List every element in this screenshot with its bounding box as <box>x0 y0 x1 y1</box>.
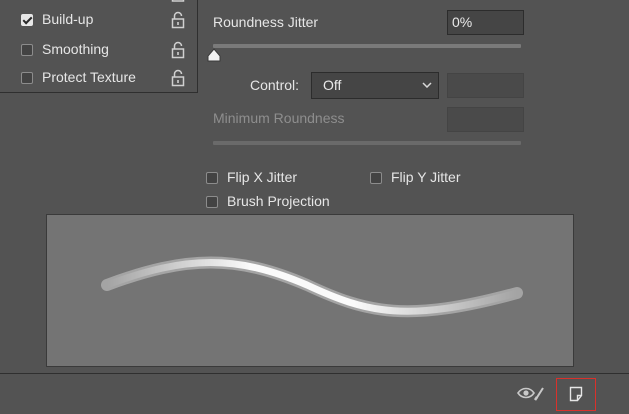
control-selected-value: Off <box>323 77 342 93</box>
protect-texture-checkbox[interactable] <box>21 72 33 84</box>
flip-y-jitter-checkbox[interactable] <box>370 172 382 184</box>
new-brush-preset-icon <box>569 386 583 402</box>
brush-stroke-preview <box>46 214 574 367</box>
new-brush-preset-button[interactable] <box>556 378 596 411</box>
brush-options-list: Build-up Smoothing Protect Texture <box>0 0 198 93</box>
brush-projection-label: Brush Projection <box>227 193 330 209</box>
smoothing-label: Smoothing <box>42 41 109 57</box>
flip-y-jitter-option[interactable]: Flip Y Jitter <box>370 168 500 188</box>
chevron-down-icon <box>422 82 432 88</box>
control-label: Control: <box>250 77 300 93</box>
protect-texture-label: Protect Texture <box>42 69 136 85</box>
flip-x-jitter-option[interactable]: Flip X Jitter <box>206 168 336 188</box>
brush-projection-option[interactable]: Brush Projection <box>206 192 366 212</box>
roundness-jitter-label: Roundness Jitter <box>213 14 319 30</box>
flip-x-jitter-label: Flip X Jitter <box>227 169 298 185</box>
roundness-jitter-slider-track[interactable] <box>213 44 521 48</box>
control-fade-input <box>447 73 524 98</box>
lock-icon[interactable] <box>171 11 185 29</box>
build-up-label: Build-up <box>42 11 94 27</box>
build-up-checkbox[interactable] <box>21 14 33 26</box>
roundness-jitter-input[interactable]: 0% <box>447 10 524 35</box>
lock-icon[interactable] <box>171 69 185 87</box>
lock-icon[interactable] <box>171 41 185 59</box>
option-protect-texture[interactable]: Protect Texture <box>0 66 197 90</box>
brush-stroke-sample <box>101 256 523 318</box>
roundness-jitter-slider-thumb[interactable] <box>206 48 222 62</box>
option-build-up[interactable]: Build-up <box>0 8 197 32</box>
minimum-roundness-label: Minimum Roundness <box>213 110 345 126</box>
minimum-roundness-slider-track <box>213 141 521 145</box>
brush-projection-checkbox[interactable] <box>206 196 218 208</box>
flip-y-jitter-label: Flip Y Jitter <box>391 169 461 185</box>
lock-icon[interactable] <box>171 0 185 2</box>
partial-row-top <box>0 0 197 2</box>
smoothing-checkbox[interactable] <box>21 44 33 56</box>
control-dropdown[interactable]: Off <box>311 72 439 99</box>
option-smoothing[interactable]: Smoothing <box>0 38 197 62</box>
visibility-brush-icon[interactable] <box>516 384 546 402</box>
flip-x-jitter-checkbox[interactable] <box>206 172 218 184</box>
minimum-roundness-input <box>447 107 524 132</box>
